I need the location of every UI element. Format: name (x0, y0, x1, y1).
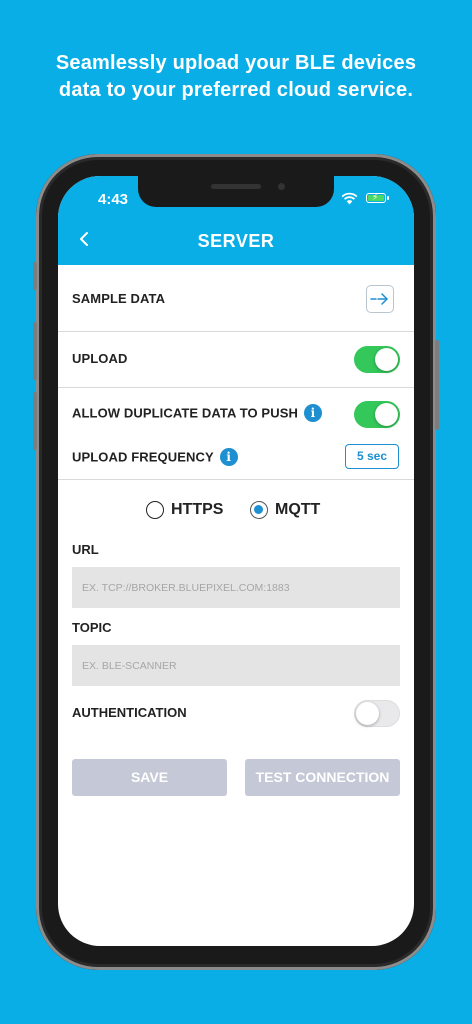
topic-label: TOPIC (72, 620, 112, 635)
info-icon[interactable]: i (219, 448, 238, 466)
upload-toggle[interactable] (354, 346, 400, 373)
header-bar: 4:43 ⚡ SERVER (58, 176, 414, 265)
url-label: URL (72, 542, 99, 557)
battery-charging-icon: ⚡ (366, 192, 386, 203)
protocol-https-option[interactable]: HTTPS (146, 498, 223, 522)
marketing-headline: Seamlessly upload your BLE devices data … (0, 50, 472, 104)
upload-row: UPLOAD (58, 332, 414, 388)
sample-data-button[interactable] (366, 285, 394, 313)
volume-up-button (33, 322, 37, 380)
upload-options-block: ALLOW DUPLICATE DATA TO PUSH i UPLOAD FRE… (58, 388, 414, 480)
arrow-right-icon (370, 293, 388, 305)
headline-line-2: data to your preferred cloud service. (58, 79, 414, 101)
authentication-label: AUTHENTICATION (72, 705, 187, 720)
upload-frequency-label: UPLOAD FREQUENCY i (72, 448, 238, 467)
protocol-mqtt-option[interactable]: MQTT (250, 498, 320, 522)
https-radio[interactable] (146, 501, 164, 519)
phone-screen: 4:43 ⚡ SERVER SAMPLE DATA UPLOAD ALLOW D… (58, 176, 414, 946)
upload-frequency-text: UPLOAD FREQUENCY (72, 449, 214, 465)
mqtt-label: MQTT (275, 501, 321, 518)
save-button[interactable]: SAVE (72, 759, 227, 796)
upload-frequency-selector[interactable]: 5 sec (345, 444, 399, 469)
upload-label: UPLOAD (72, 351, 128, 366)
power-button (435, 340, 439, 430)
allow-duplicate-toggle[interactable] (354, 401, 400, 428)
authentication-toggle[interactable] (354, 700, 400, 727)
volume-down-button (33, 392, 37, 450)
allow-duplicate-text: ALLOW DUPLICATE DATA TO PUSH (72, 405, 298, 421)
sample-data-row[interactable]: SAMPLE DATA (58, 265, 414, 332)
notch (138, 176, 334, 207)
status-time: 4:43 (98, 191, 129, 208)
sample-data-label: SAMPLE DATA (72, 291, 166, 306)
front-camera (278, 183, 285, 190)
test-connection-button[interactable]: TEST CONNECTION (245, 759, 400, 796)
https-label: HTTPS (171, 501, 224, 518)
headline-line-1: Seamlessly upload your BLE devices (55, 52, 417, 74)
info-icon[interactable]: i (303, 404, 322, 422)
wifi-icon (341, 192, 358, 205)
page-title: SERVER (197, 231, 275, 251)
allow-duplicate-label: ALLOW DUPLICATE DATA TO PUSH i (72, 404, 322, 423)
url-input[interactable] (72, 567, 400, 608)
mqtt-radio[interactable] (250, 501, 268, 519)
battery-tip (387, 196, 389, 200)
speaker (211, 184, 261, 189)
mute-switch (33, 262, 37, 290)
topic-input[interactable] (72, 645, 400, 686)
